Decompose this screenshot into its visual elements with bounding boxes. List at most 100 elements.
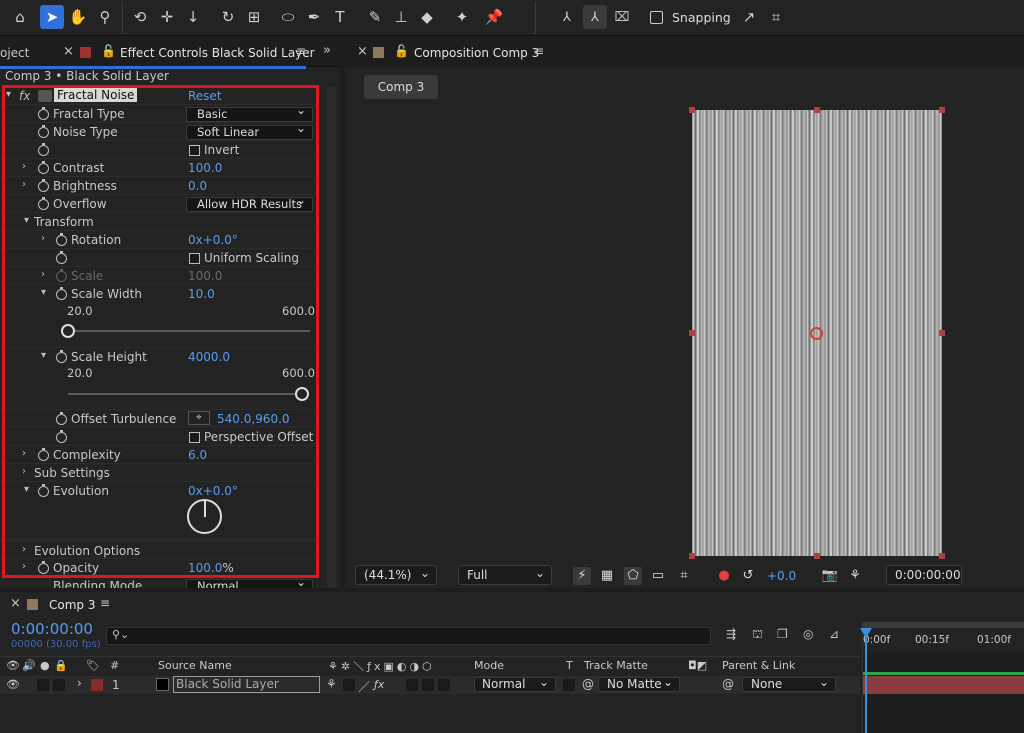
solo-icon[interactable]: ● [40,659,50,672]
column-track-matte[interactable]: Track Matte [584,659,648,672]
effects-switch-icon[interactable]: ƒx [374,678,384,691]
color-channels-icon[interactable]: ● [715,567,733,585]
shy-layers-icon[interactable]: ❐ [777,627,788,641]
label-icon[interactable]: 🏷 [86,659,100,672]
layer-name-field[interactable]: Black Solid Layer [173,676,320,693]
brush-icon[interactable]: ✎ [363,5,387,29]
anchor-icon[interactable]: ⊞ [242,5,266,29]
exposure-reset-icon[interactable]: ↺ [739,567,757,585]
panel-menu-icon[interactable]: ≡ [534,44,544,58]
clone-stamp-icon[interactable]: ⊥ [389,5,413,29]
tab-project[interactable]: oject [0,46,29,60]
selection-icon[interactable]: ➤ [40,5,64,29]
layer-label-color[interactable] [91,679,103,691]
eraser-icon[interactable]: ◆ [415,5,439,29]
bounding-handle[interactable] [939,330,945,336]
bounding-handle[interactable] [814,553,820,559]
pickwhip-icon[interactable]: @ [582,677,594,691]
snap-points-icon[interactable]: ⌗ [764,5,788,29]
snapshot-icon[interactable]: 📷 [821,567,839,585]
motion-blur-switch[interactable] [422,679,434,691]
zoom-icon[interactable]: ⚲ [93,5,117,29]
track-area[interactable] [862,652,1024,733]
video-visibility-icon[interactable]: 👁 [6,659,20,672]
rectangle-icon[interactable]: ⬭ [276,5,300,29]
chevron-right-icon[interactable]: › [77,676,82,690]
quality-switch-icon[interactable]: ／ [358,678,370,695]
snap-edges-icon[interactable]: ↗ [737,5,761,29]
transparency-grid-icon[interactable]: ▦ [598,567,616,585]
parent-dropdown[interactable]: None ⌄ [742,676,836,692]
home-icon[interactable]: ⌂ [8,5,32,29]
fast-preview-icon[interactable]: ⚡ [573,567,591,585]
puppet-pin-icon[interactable]: 📌 [482,5,506,29]
close-icon[interactable]: × [63,44,74,59]
roto-brush-icon[interactable]: ✦ [450,5,474,29]
lock-icon[interactable]: 🔓 [394,44,409,58]
panel-overflow-icon[interactable]: » [323,43,331,58]
dolly-icon[interactable]: ↓ [181,5,205,29]
comp-mini-flowchart-icon[interactable]: ⇶ [726,627,736,641]
bounding-handle[interactable] [689,330,695,336]
layer-row[interactable]: 👁 › 1 Black Solid Layer ⚘ ／ ƒx Normal ⌄ … [0,676,860,694]
bounding-handle[interactable] [814,107,820,113]
track-matte-dropdown[interactable]: No Matte ⌄ [598,676,680,692]
close-icon[interactable]: × [357,44,368,59]
tab-composition[interactable]: Composition Comp 3 [414,46,539,60]
lock-icon[interactable]: 🔒 [54,659,68,672]
guides-icon[interactable]: ⌗ [675,567,693,585]
frame-blending-icon[interactable]: ◎ [803,627,813,641]
snapping-checkbox[interactable] [650,11,663,24]
bounding-handle[interactable] [689,107,695,113]
mask-visibility-icon[interactable]: ⬠ [624,567,642,585]
column-source-name[interactable]: Source Name [158,659,232,672]
time-ruler[interactable]: 0:00f 00:15f 01:00f [862,622,1024,652]
orbit-icon[interactable]: ⟲ [128,5,152,29]
layer-search-input[interactable]: ⚲⌄ [106,627,711,645]
collapse-switch[interactable] [343,679,355,691]
bounding-handle[interactable] [939,107,945,113]
graph-editor-icon[interactable]: ⊿ [829,627,839,641]
eye-icon[interactable]: 👁 [6,678,20,691]
type-icon[interactable]: T [328,5,352,29]
show-snapshot-icon[interactable]: ⚘ [846,567,864,585]
axis-local-icon[interactable]: ⅄ [555,5,579,29]
mode-dropdown[interactable]: Normal ⌄ [474,676,556,692]
adjustment-switch[interactable] [438,679,450,691]
solo-toggle[interactable] [53,679,65,691]
work-area-bar[interactable] [863,622,1024,628]
playhead[interactable] [865,630,867,733]
frame-blend-switch[interactable] [406,679,418,691]
blending-mode-dropdown[interactable]: Normal [186,576,313,588]
parent-pickwhip-icon[interactable]: @ [722,677,734,691]
axis-world-icon[interactable]: ⅄ [583,5,607,29]
resolution-dropdown[interactable]: Full ⌄ [458,565,552,585]
column-mode[interactable]: Mode [474,659,504,672]
bounding-handle[interactable] [939,553,945,559]
region-of-interest-icon[interactable]: ▭ [649,567,667,585]
lock-icon[interactable]: 🔓 [101,44,116,58]
axis-view-icon[interactable]: ⌧ [610,5,634,29]
close-icon[interactable]: × [10,596,21,611]
rotate-icon[interactable]: ↻ [216,5,240,29]
column-parent-link[interactable]: Parent & Link [722,659,795,672]
bounding-handle[interactable] [689,553,695,559]
tab-effect-controls[interactable]: Effect Controls Black Solid Layer [120,46,315,60]
pen-icon[interactable]: ✒ [302,5,326,29]
tab-timeline-comp[interactable]: Comp 3 [49,598,95,612]
zoom-dropdown[interactable]: (44.1%) ⌄ [355,565,437,585]
draft-3d-icon[interactable]: ⛫ [752,627,763,643]
move-icon[interactable]: ✛ [155,5,179,29]
panel-menu-icon[interactable]: ≡ [296,44,306,58]
viewer-timecode[interactable]: 0:00:00:00 [886,565,962,585]
comp-navigator-button[interactable]: Comp 3 [364,75,438,99]
exposure-value[interactable]: +0.0 [767,569,796,583]
anchor-point-icon[interactable] [810,327,823,340]
preserve-transparency-switch[interactable] [563,679,575,691]
hand-icon[interactable]: ✋ [66,5,90,29]
current-time[interactable]: 0:00:00:00 [11,620,93,638]
audio-icon[interactable]: 🔊 [22,659,36,672]
shy-switch-icon[interactable]: ⚘ [326,677,337,691]
effect-controls-scrollbar[interactable] [327,87,336,587]
layer-duration-bar[interactable] [863,676,1024,694]
